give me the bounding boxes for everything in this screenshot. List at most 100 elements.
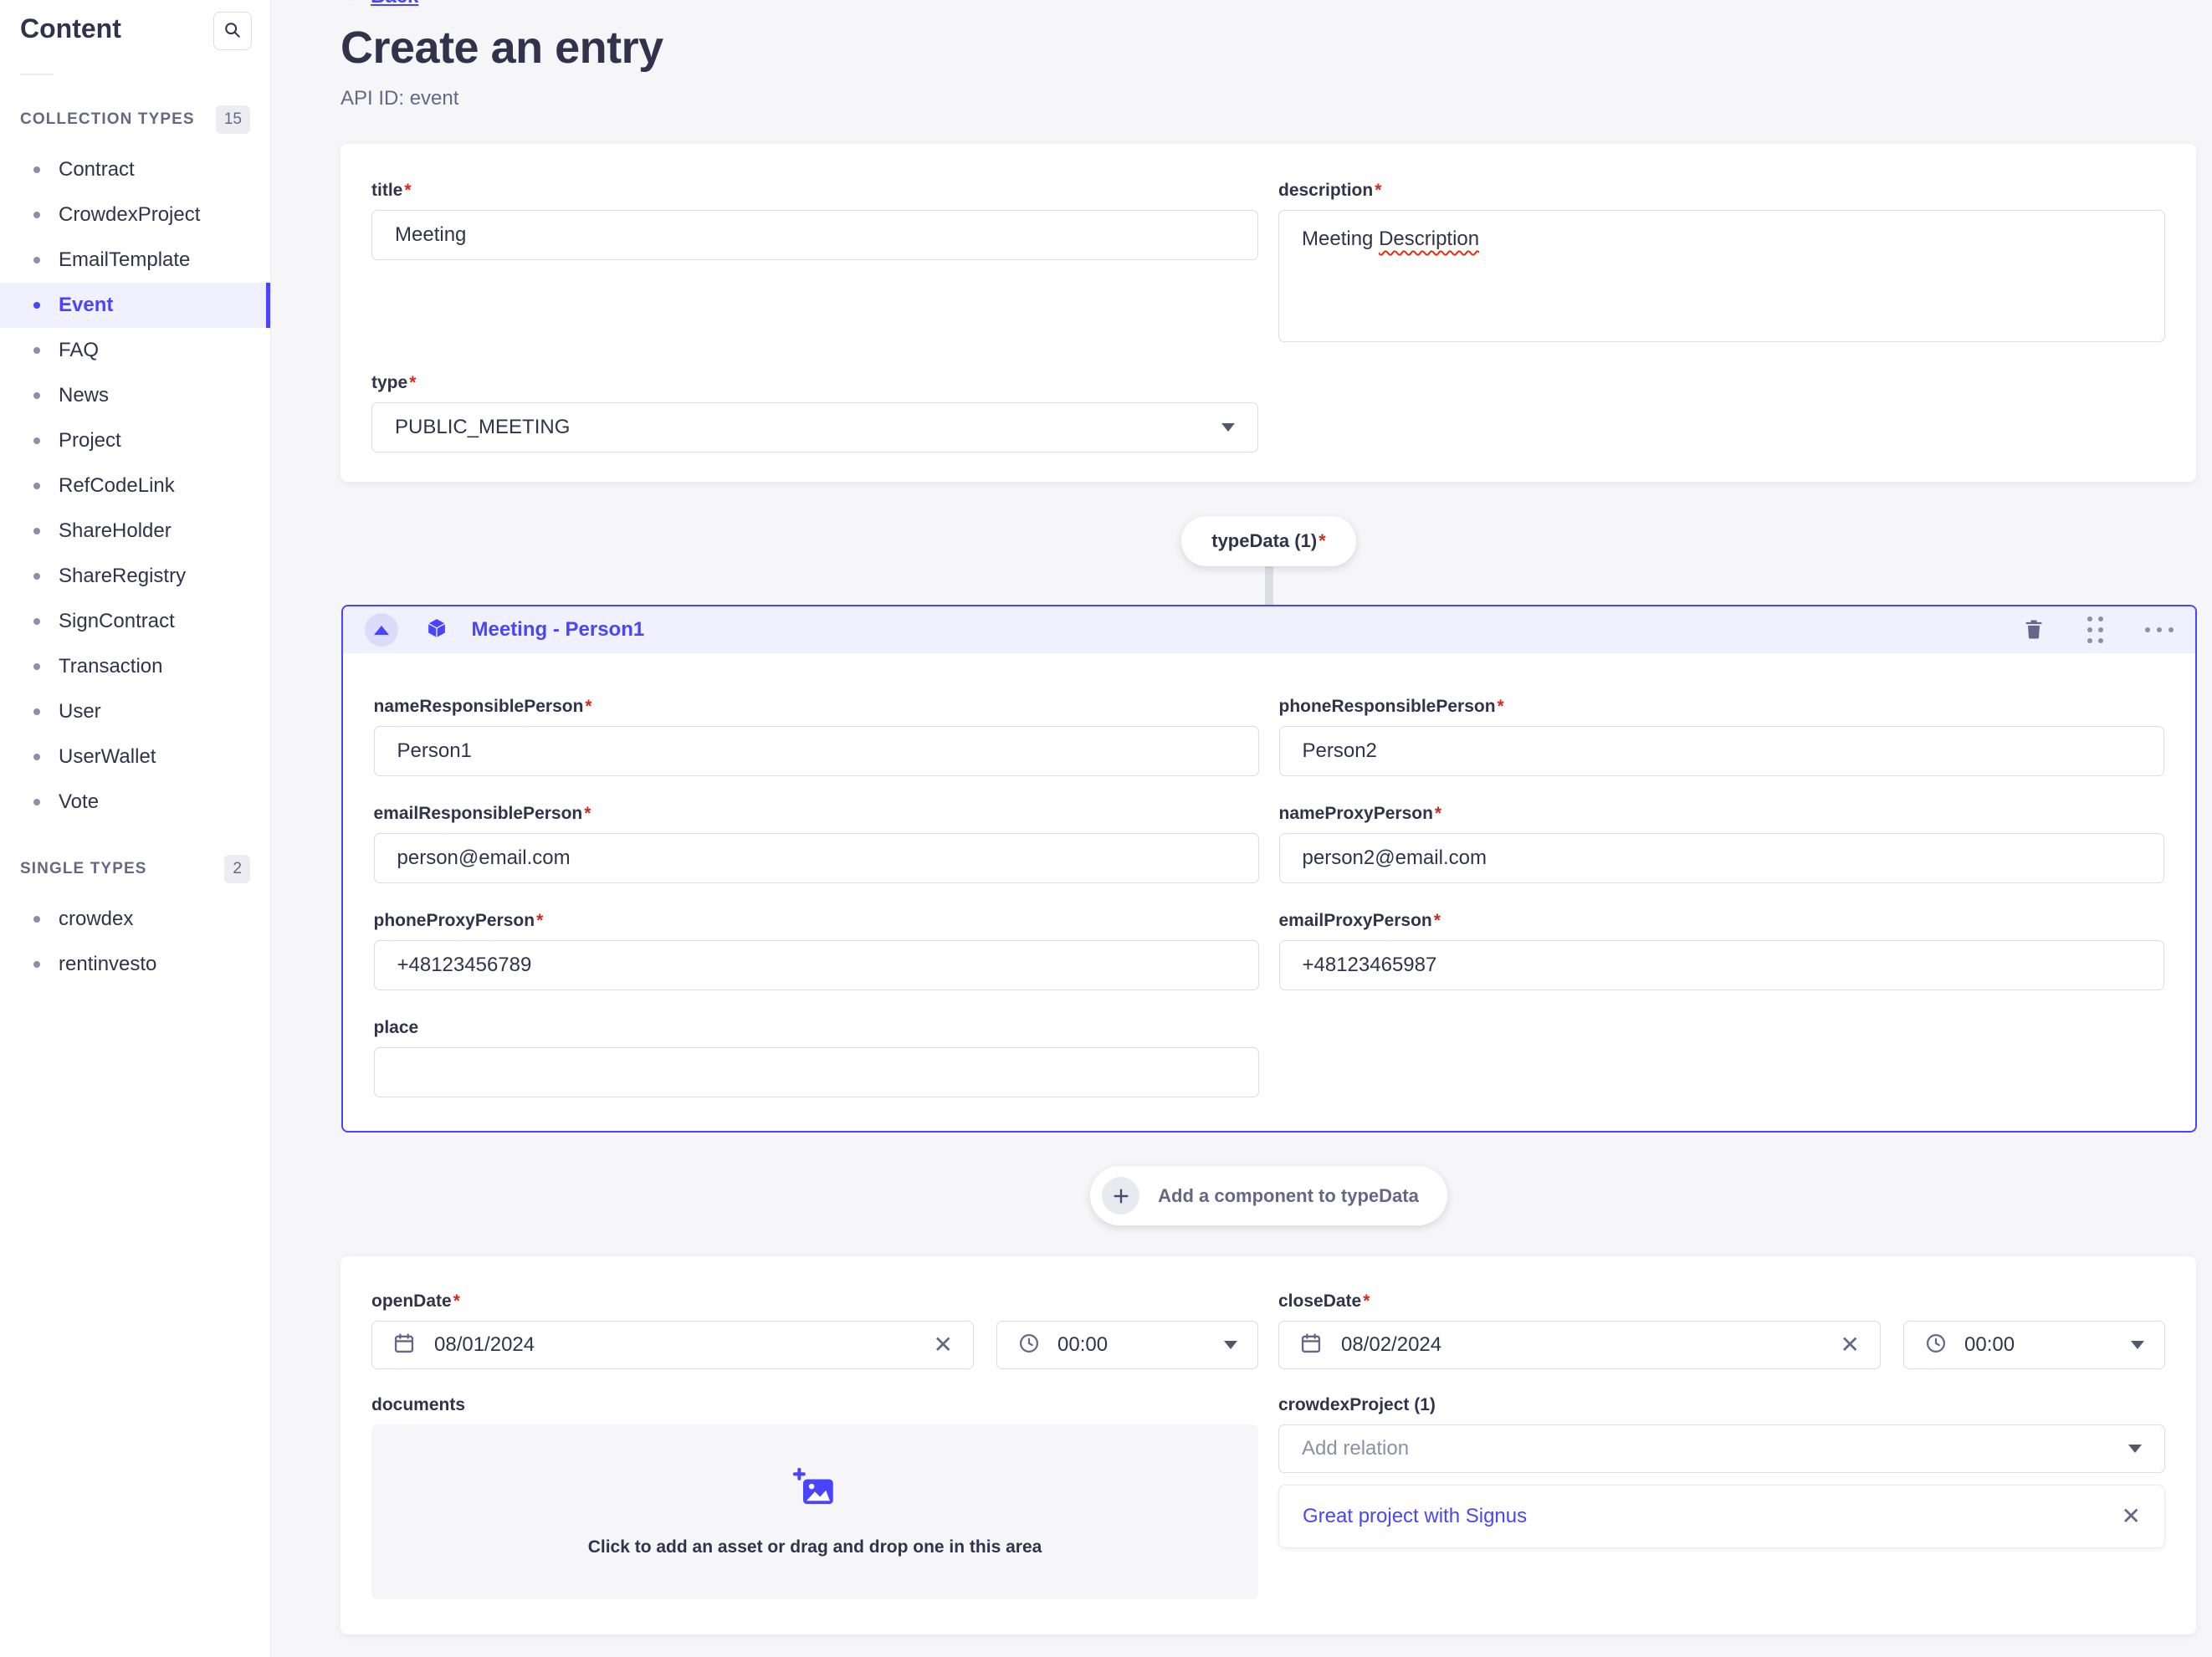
required-asterisk: * (585, 697, 591, 717)
sidebar-item-shareholder[interactable]: ShareHolder (0, 509, 270, 554)
collection-types-list: Contract CrowdexProject EmailTemplate Ev… (0, 147, 270, 825)
chevron-down-icon (2131, 1341, 2144, 1349)
documents-field: documents Click to add an asset or drag … (371, 1395, 1258, 1599)
clock-icon (1017, 1332, 1041, 1359)
sidebar-title: Content (20, 12, 121, 44)
sidebar-divider (20, 74, 54, 75)
open-date-input[interactable]: 08/01/2024 ✕ (371, 1321, 974, 1369)
sidebar-item-transaction[interactable]: Transaction (0, 644, 270, 689)
name-responsible-person-input[interactable]: Person1 (374, 726, 1259, 776)
sidebar-item-contract[interactable]: Contract (0, 147, 270, 192)
email-proxy-person-field: emailProxyPerson* +48123465987 (1279, 911, 2164, 990)
delete-component-button[interactable] (2022, 617, 2046, 643)
sidebar-item-user[interactable]: User (0, 689, 270, 734)
name-proxy-person-input[interactable]: person2@email.com (1279, 833, 2164, 883)
bullet-icon (33, 618, 40, 625)
open-date-field: openDate* 08/01/2024 ✕ (371, 1291, 1258, 1369)
close-date-input[interactable]: 08/02/2024 ✕ (1278, 1321, 1881, 1369)
bullet-icon (33, 799, 40, 805)
typedata-component: Meeting - Person1 (341, 605, 2197, 1133)
title-field: title* Meeting (371, 181, 1258, 343)
back-link[interactable]: Back (341, 0, 418, 9)
bullet-icon (33, 257, 40, 263)
main-content: Back Create an entry API ID: event title… (271, 0, 2212, 1657)
bullet-icon (33, 347, 40, 354)
typedata-connector (1265, 566, 1273, 605)
component-header: Meeting - Person1 (343, 606, 2195, 653)
collapse-button[interactable] (365, 613, 398, 647)
calendar-icon (392, 1332, 416, 1359)
drag-dots-icon (2087, 616, 2103, 643)
entry-main-card: title* Meeting description* Meeting Desc… (341, 144, 2196, 482)
close-time-input[interactable]: 00:00 (1903, 1321, 2165, 1369)
add-relation-select[interactable]: Add relation (1278, 1424, 2165, 1473)
sidebar-item-emailtemplate[interactable]: EmailTemplate (0, 238, 270, 283)
place-field: place (374, 1018, 1259, 1097)
clear-date-icon[interactable]: ✕ (934, 1333, 953, 1357)
bullet-icon (33, 961, 40, 968)
sidebar-item-shareregistry[interactable]: ShareRegistry (0, 554, 270, 599)
clock-icon (1924, 1332, 1948, 1359)
phone-proxy-person-input[interactable]: +48123456789 (374, 940, 1259, 990)
relation-link[interactable]: Great project with Signus (1303, 1505, 1527, 1528)
bullet-icon (33, 212, 40, 218)
bullet-icon (33, 437, 40, 444)
single-types-count-badge: 2 (224, 855, 250, 883)
sidebar-item-crowdex[interactable]: crowdex (0, 897, 270, 942)
content-sidebar: Content COLLECTION TYPES 15 Contract Cro… (0, 0, 271, 1657)
sidebar-item-project[interactable]: Project (0, 418, 270, 463)
sidebar-item-event[interactable]: Event (0, 283, 270, 328)
entry-secondary-card: openDate* 08/01/2024 ✕ (341, 1256, 2196, 1634)
search-button[interactable] (213, 12, 252, 50)
chevron-up-icon (374, 626, 389, 635)
required-asterisk: * (1434, 911, 1441, 931)
phone-responsible-person-input[interactable]: Person2 (1279, 726, 2164, 776)
search-icon (223, 21, 242, 42)
sidebar-item-userwallet[interactable]: UserWallet (0, 734, 270, 780)
required-asterisk: * (1435, 804, 1441, 824)
crowdex-project-field: crowdexProject (1) Add relation Great pr… (1278, 1395, 2165, 1599)
sidebar-item-faq[interactable]: FAQ (0, 328, 270, 373)
add-asset-icon (791, 1466, 838, 1517)
sidebar-item-news[interactable]: News (0, 373, 270, 418)
sidebar-item-vote[interactable]: Vote (0, 780, 270, 825)
email-responsible-person-input[interactable]: person@email.com (374, 833, 1259, 883)
place-input[interactable] (374, 1047, 1259, 1097)
phone-responsible-person-field: phoneResponsiblePerson* Person2 (1279, 697, 2164, 776)
open-time-input[interactable]: 00:00 (996, 1321, 1258, 1369)
drag-handle[interactable] (2087, 616, 2103, 643)
sidebar-item-signcontract[interactable]: SignContract (0, 599, 270, 644)
more-options-button[interactable] (2145, 627, 2174, 632)
collection-types-heading: COLLECTION TYPES (20, 110, 195, 129)
sidebar-item-refcodelink[interactable]: RefCodeLink (0, 463, 270, 509)
email-proxy-person-input[interactable]: +48123465987 (1279, 940, 2164, 990)
clear-date-icon[interactable]: ✕ (1841, 1333, 1860, 1357)
api-id-subtitle: API ID: event (341, 87, 2197, 110)
bullet-icon (33, 528, 40, 534)
required-asterisk: * (1318, 530, 1326, 552)
required-asterisk: * (409, 373, 416, 393)
component-title: Meeting - Person1 (472, 618, 645, 642)
type-select[interactable]: PUBLIC_MEETING (371, 402, 1258, 453)
required-asterisk: * (404, 181, 411, 201)
trash-icon (2022, 617, 2046, 643)
sidebar-item-crowdexproject[interactable]: CrowdexProject (0, 192, 270, 238)
plus-icon (1102, 1177, 1139, 1215)
bullet-icon (33, 754, 40, 760)
description-textarea[interactable]: Meeting Description (1278, 210, 2165, 342)
remove-relation-icon[interactable]: ✕ (2122, 1505, 2141, 1528)
bullet-icon (33, 166, 40, 173)
add-component-button[interactable]: Add a component to typeData (1090, 1166, 1447, 1225)
component-cube-icon (425, 616, 448, 644)
description-field: description* Meeting Description (1278, 181, 2165, 453)
required-asterisk: * (584, 804, 591, 824)
type-field: type* PUBLIC_MEETING (371, 373, 1258, 453)
title-input[interactable]: Meeting (371, 210, 1258, 260)
sidebar-item-rentinvesto[interactable]: rentinvesto (0, 942, 270, 987)
chevron-down-icon (2128, 1445, 2142, 1453)
required-asterisk: * (453, 1291, 460, 1312)
asset-dropzone[interactable]: Click to add an asset or drag and drop o… (371, 1424, 1258, 1599)
typedata-section: typeData (1)* Meeting - Person1 (341, 516, 2197, 1225)
bullet-icon (33, 302, 40, 309)
relation-item: Great project with Signus ✕ (1278, 1485, 2165, 1548)
